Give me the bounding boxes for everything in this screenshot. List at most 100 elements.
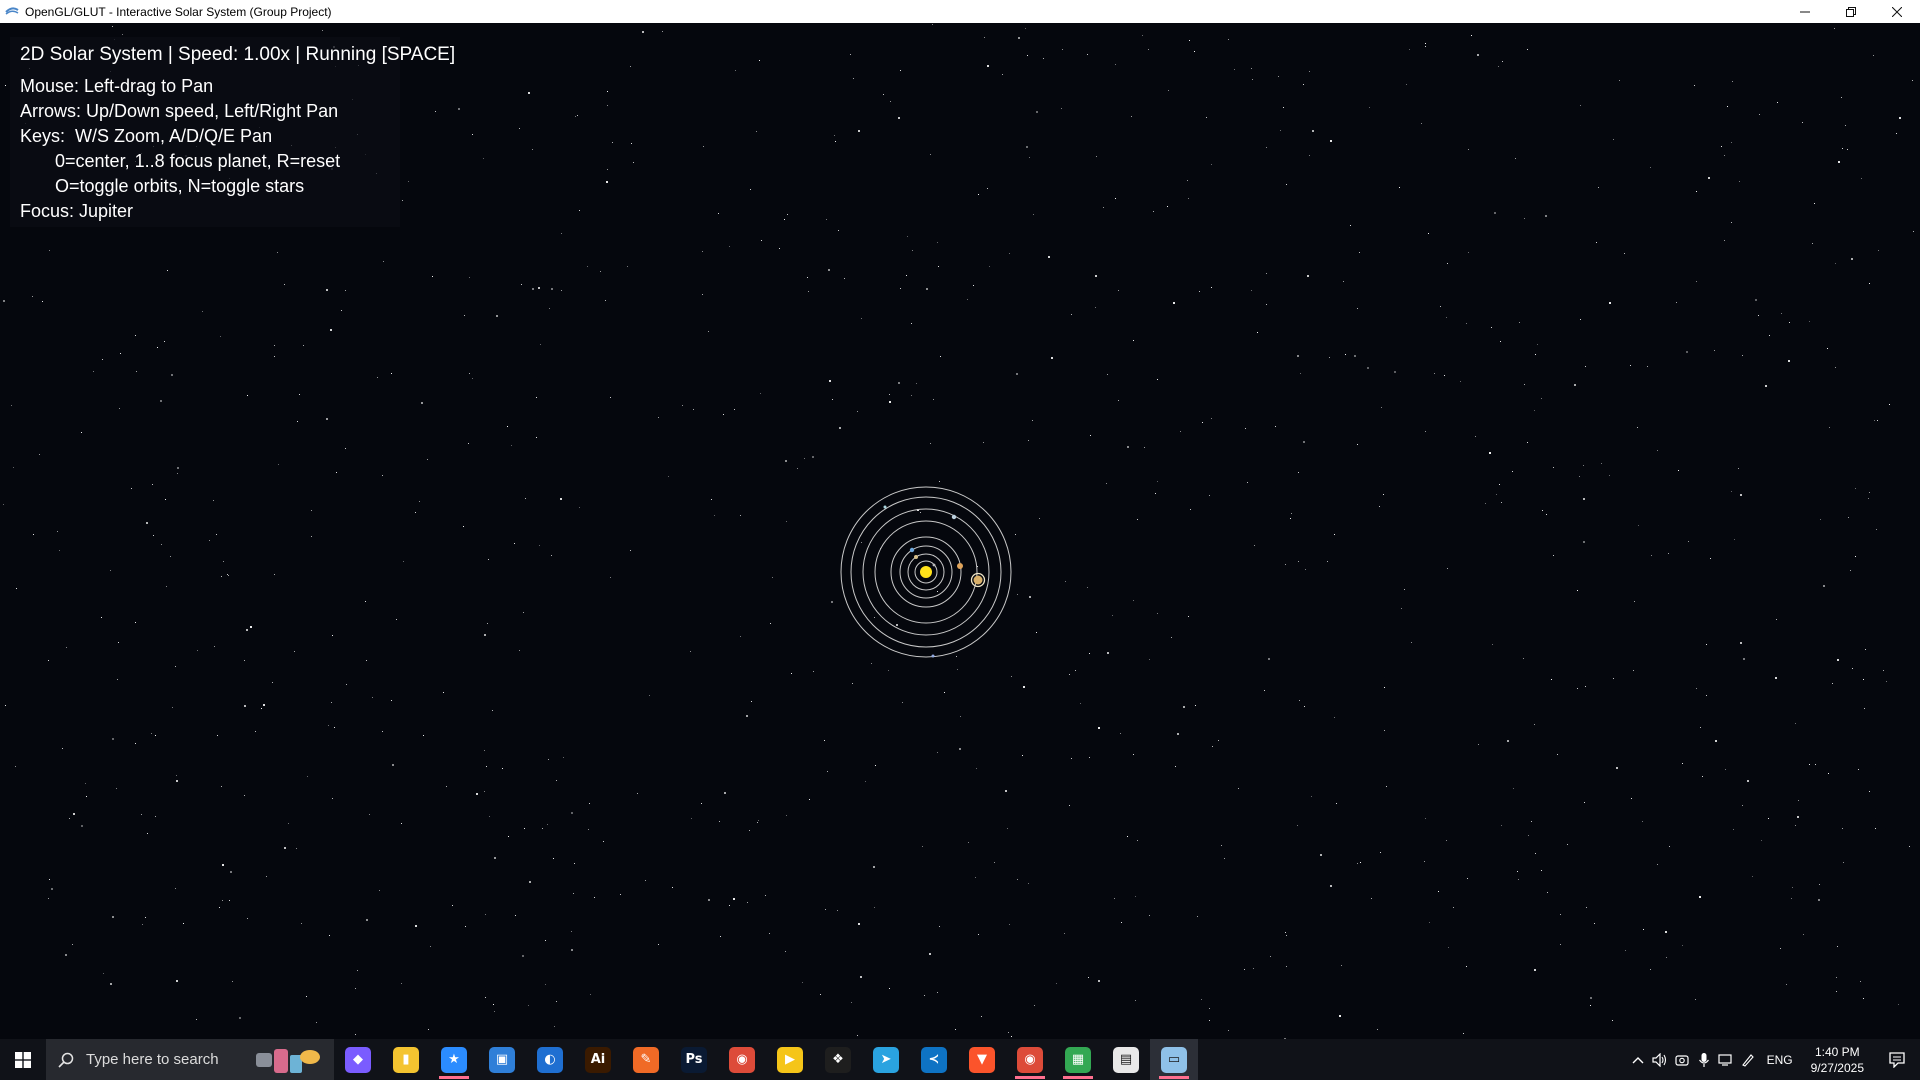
star bbox=[702, 251, 703, 252]
clock[interactable]: 1:40 PM 9/27/2025 bbox=[1801, 1044, 1874, 1076]
minimize-button[interactable] bbox=[1782, 0, 1828, 23]
star bbox=[1682, 945, 1683, 946]
star bbox=[1557, 754, 1558, 755]
star bbox=[1357, 863, 1358, 864]
star bbox=[1494, 212, 1496, 214]
star bbox=[1180, 431, 1181, 432]
star bbox=[85, 783, 86, 784]
star bbox=[263, 704, 265, 706]
taskbar-app-figma[interactable]: ❖ bbox=[814, 1039, 862, 1080]
close-button[interactable] bbox=[1874, 0, 1920, 23]
star bbox=[1768, 818, 1769, 819]
star bbox=[1747, 780, 1749, 782]
star bbox=[1700, 727, 1701, 728]
star bbox=[1253, 968, 1254, 969]
taskbar-app-player-app[interactable]: ▶ bbox=[766, 1039, 814, 1080]
taskbar-app-file-manager[interactable]: ▮ bbox=[382, 1039, 430, 1080]
star bbox=[112, 738, 114, 740]
star bbox=[1625, 950, 1626, 951]
taskbar-app-notepad-window[interactable]: ▤ bbox=[1102, 1039, 1150, 1080]
taskbar-app-illustrator[interactable]: Ai bbox=[574, 1039, 622, 1080]
star bbox=[1715, 740, 1717, 742]
star bbox=[937, 752, 938, 753]
star bbox=[690, 651, 691, 652]
star bbox=[829, 380, 831, 382]
star bbox=[561, 290, 562, 291]
star bbox=[521, 284, 522, 285]
volume-button[interactable] bbox=[1649, 1039, 1671, 1080]
star bbox=[1616, 767, 1618, 769]
star bbox=[446, 786, 447, 787]
star bbox=[761, 240, 762, 241]
star bbox=[177, 473, 178, 474]
star bbox=[1731, 142, 1732, 143]
star bbox=[485, 997, 486, 998]
taskbar-app-edge-browser[interactable]: ◐ bbox=[526, 1039, 574, 1080]
star bbox=[311, 510, 312, 511]
taskbar-app-microsoft-store[interactable]: ▦ bbox=[1054, 1039, 1102, 1080]
taskbar-app-telegram[interactable]: ➤ bbox=[862, 1039, 910, 1080]
star bbox=[702, 294, 703, 295]
network-button[interactable] bbox=[1715, 1039, 1737, 1080]
chrome-profile-icon: ◉ bbox=[1017, 1046, 1043, 1073]
pen-button[interactable] bbox=[1737, 1039, 1759, 1080]
star bbox=[1175, 766, 1176, 767]
input-language[interactable]: ENG bbox=[1759, 1053, 1801, 1067]
star bbox=[746, 715, 748, 717]
taskbar-app-brave-browser[interactable]: ▼ bbox=[958, 1039, 1006, 1080]
star bbox=[784, 219, 785, 220]
star bbox=[145, 917, 146, 918]
star bbox=[1637, 427, 1638, 428]
star bbox=[515, 915, 516, 916]
star bbox=[1759, 114, 1760, 115]
star bbox=[662, 31, 663, 32]
taskbar-app-chrome-profile[interactable]: ◉ bbox=[1006, 1039, 1054, 1080]
star bbox=[511, 445, 512, 446]
star bbox=[1460, 381, 1461, 382]
microphone-button[interactable] bbox=[1693, 1039, 1715, 1080]
star bbox=[15, 766, 16, 767]
taskbar-app-starred-app[interactable]: ★ bbox=[430, 1039, 478, 1080]
star bbox=[1211, 418, 1212, 419]
star bbox=[1098, 727, 1100, 729]
taskbar-app-photoshop[interactable]: Ps bbox=[670, 1039, 718, 1080]
star bbox=[1466, 323, 1467, 324]
star bbox=[1553, 467, 1554, 468]
notification-center-button[interactable] bbox=[1874, 1039, 1920, 1080]
star bbox=[1022, 755, 1023, 756]
network-icon bbox=[1717, 1053, 1732, 1066]
show-hidden-icons-button[interactable] bbox=[1627, 1039, 1649, 1080]
star bbox=[939, 481, 940, 482]
windows-explorer-icon: ▣ bbox=[489, 1046, 515, 1073]
restore-button[interactable] bbox=[1828, 0, 1874, 23]
taskbar-app-copilot[interactable]: ◆ bbox=[334, 1039, 382, 1080]
star bbox=[729, 905, 730, 906]
taskbar-search[interactable]: Type here to search bbox=[46, 1039, 334, 1080]
star bbox=[1399, 187, 1400, 188]
star bbox=[756, 131, 757, 132]
taskbar-app-windows-explorer[interactable]: ▣ bbox=[478, 1039, 526, 1080]
star bbox=[485, 914, 486, 915]
star bbox=[994, 862, 995, 863]
figma-icon: ❖ bbox=[825, 1046, 851, 1073]
star bbox=[1598, 187, 1599, 188]
star bbox=[1869, 791, 1870, 792]
star bbox=[167, 270, 168, 271]
chrome-icon: ◉ bbox=[729, 1046, 755, 1073]
taskbar-app-chrome[interactable]: ◉ bbox=[718, 1039, 766, 1080]
star bbox=[1815, 764, 1816, 765]
camera-button[interactable] bbox=[1671, 1039, 1693, 1080]
star bbox=[493, 1004, 494, 1005]
star bbox=[1501, 502, 1502, 503]
start-button[interactable] bbox=[0, 1039, 46, 1080]
star bbox=[1809, 764, 1810, 765]
taskbar-app-pencil-app[interactable]: ✎ bbox=[622, 1039, 670, 1080]
star bbox=[1577, 590, 1578, 591]
opengl-canvas[interactable]: 2D Solar System | Speed: 1.00x | Running… bbox=[0, 23, 1920, 1039]
taskbar-app-vscode[interactable]: ≺ bbox=[910, 1039, 958, 1080]
star bbox=[117, 679, 118, 680]
star bbox=[1836, 991, 1837, 992]
star bbox=[402, 200, 403, 201]
star bbox=[227, 574, 228, 575]
taskbar-app-opengl-app[interactable]: ▭ bbox=[1150, 1039, 1198, 1080]
